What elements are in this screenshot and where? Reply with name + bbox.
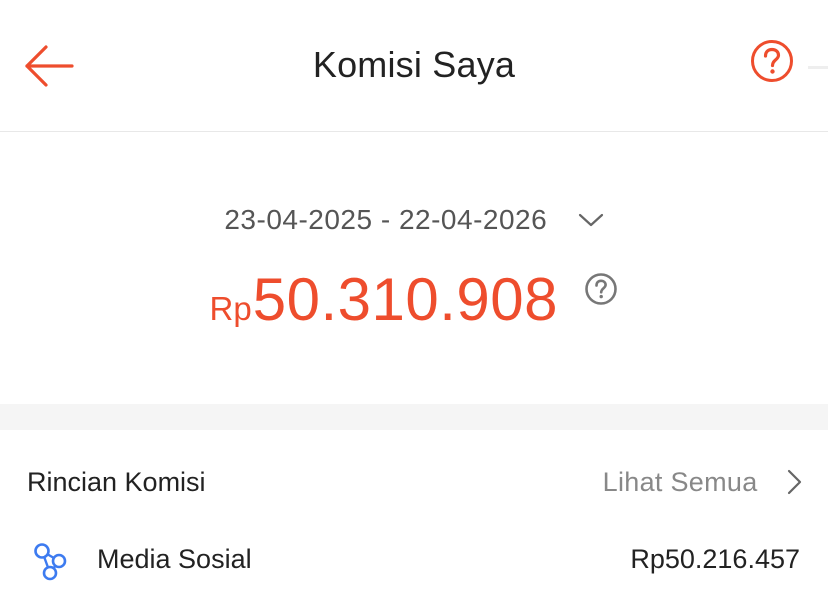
see-all-label: Lihat Semua (602, 467, 758, 497)
breakdown-title: Rincian Komisi (27, 467, 206, 497)
date-range-selector[interactable]: 23-04-2025 - 22-04-2026 (0, 200, 828, 240)
help-button[interactable] (748, 37, 796, 85)
chevron-down-icon (578, 213, 603, 227)
total-commission: Rp50.310.908 (0, 262, 828, 338)
section-divider (0, 404, 828, 430)
top-bar: Komisi Saya (0, 0, 828, 132)
row-label: Media Sosial (97, 544, 252, 574)
commission-page: Komisi Saya 23-04-2025 - 22-04-2026 Rp50… (0, 0, 828, 591)
question-circle-icon (751, 40, 793, 82)
chevron-right-icon (787, 469, 802, 495)
share-nodes-icon (34, 543, 67, 581)
row-value: Rp50.216.457 (630, 544, 800, 574)
breakdown-row-social-media[interactable]: Media Sosial Rp50.216.457 (0, 535, 828, 583)
commission-amount: 50.310.908 (252, 266, 559, 333)
currency-prefix: Rp (209, 290, 252, 327)
date-range-text: 23-04-2025 - 22-04-2026 (224, 204, 548, 235)
breakdown-header: Rincian Komisi Lihat Semua (0, 460, 828, 504)
see-all-link[interactable]: Lihat Semua (603, 460, 802, 504)
header-edge-mark (808, 66, 828, 69)
page-title: Komisi Saya (312, 44, 516, 85)
question-circle-icon[interactable] (584, 272, 618, 306)
